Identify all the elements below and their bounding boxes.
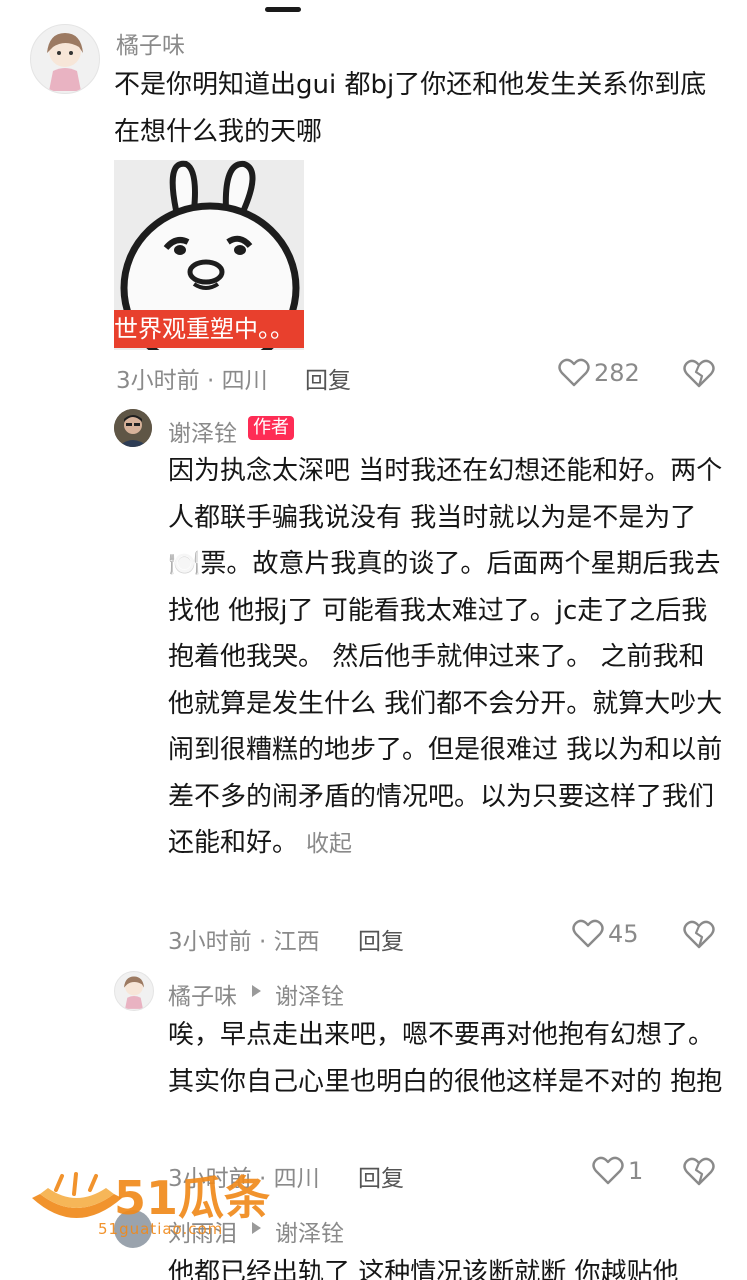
like-count: 1 [628,1157,644,1185]
sheet-drag-handle[interactable] [265,7,301,12]
dislike-button[interactable] [683,359,715,393]
reply-text: 唉，早点走出来吧，嗯不要再对他抱有幻想了。其实你自己心里也明白的很他这样是不对的… [168,1020,723,1097]
sticker-image[interactable]: 世界观重塑中。。 [114,160,304,350]
avatar[interactable] [30,24,100,94]
dislike-button[interactable] [683,1157,715,1191]
heart-icon [592,1156,624,1185]
reply-button[interactable]: 回复 [305,361,351,395]
watermark: 51瓜条 51guatiao.com [26,1168,286,1240]
heart-icon [558,358,590,387]
reply-button[interactable]: 回复 [358,922,404,956]
broken-heart-icon [683,1157,715,1186]
sticker-caption: 世界观重塑中。。 [114,310,304,348]
collapse-button[interactable]: 收起 [306,831,352,857]
like-button[interactable]: 1 [592,1156,643,1186]
avatar[interactable] [114,409,152,447]
broken-heart-icon [683,359,715,388]
broken-heart-icon [683,920,715,949]
dislike-button[interactable] [683,920,715,954]
like-button[interactable]: 282 [558,358,640,388]
reply-author[interactable]: 橘子味 [168,977,237,1011]
heart-icon [572,919,604,948]
reply-to-user[interactable]: 谢泽铨 [275,977,344,1011]
comment-text: 不是你明知道出gui 都bj了你还和他发生关系你到底在想什么我的天哪 [114,70,707,147]
reply-timestamp: 3小时前 · 江西 [168,929,320,955]
like-count: 282 [594,359,640,387]
like-button[interactable]: 45 [572,919,639,949]
comment-timestamp: 3小时前 · 四川 [116,368,268,394]
comment-author[interactable]: 橘子味 [116,26,185,60]
watermark-brand: 51瓜条 [114,1171,271,1225]
reply-author[interactable]: 谢泽铨 [168,414,237,448]
watermark-url: 51guatiao.com [98,1220,224,1238]
avatar-girl-illustration [47,33,83,91]
avatar[interactable] [114,971,154,1011]
like-count: 45 [608,920,639,948]
reply-text-body: 因为执念太深吧 当时我还在幻想还能和好。两个人都联手骗我说没有 我当时就以为是不… [168,456,723,858]
reply-text: 因为执念太深吧 当时我还在幻想还能和好。两个人都联手骗我说没有 我当时就以为是不… [168,448,728,868]
author-badge: 作者 [248,416,294,440]
avatar-girl-illustration [123,976,145,1009]
reply-text: 他都已经出轨了 这种情况该断就断 你越贴他 [168,1258,679,1280]
avatar-photo [114,409,152,447]
reply-to-arrow-icon [252,985,261,997]
reply-button[interactable]: 回复 [358,1159,404,1193]
